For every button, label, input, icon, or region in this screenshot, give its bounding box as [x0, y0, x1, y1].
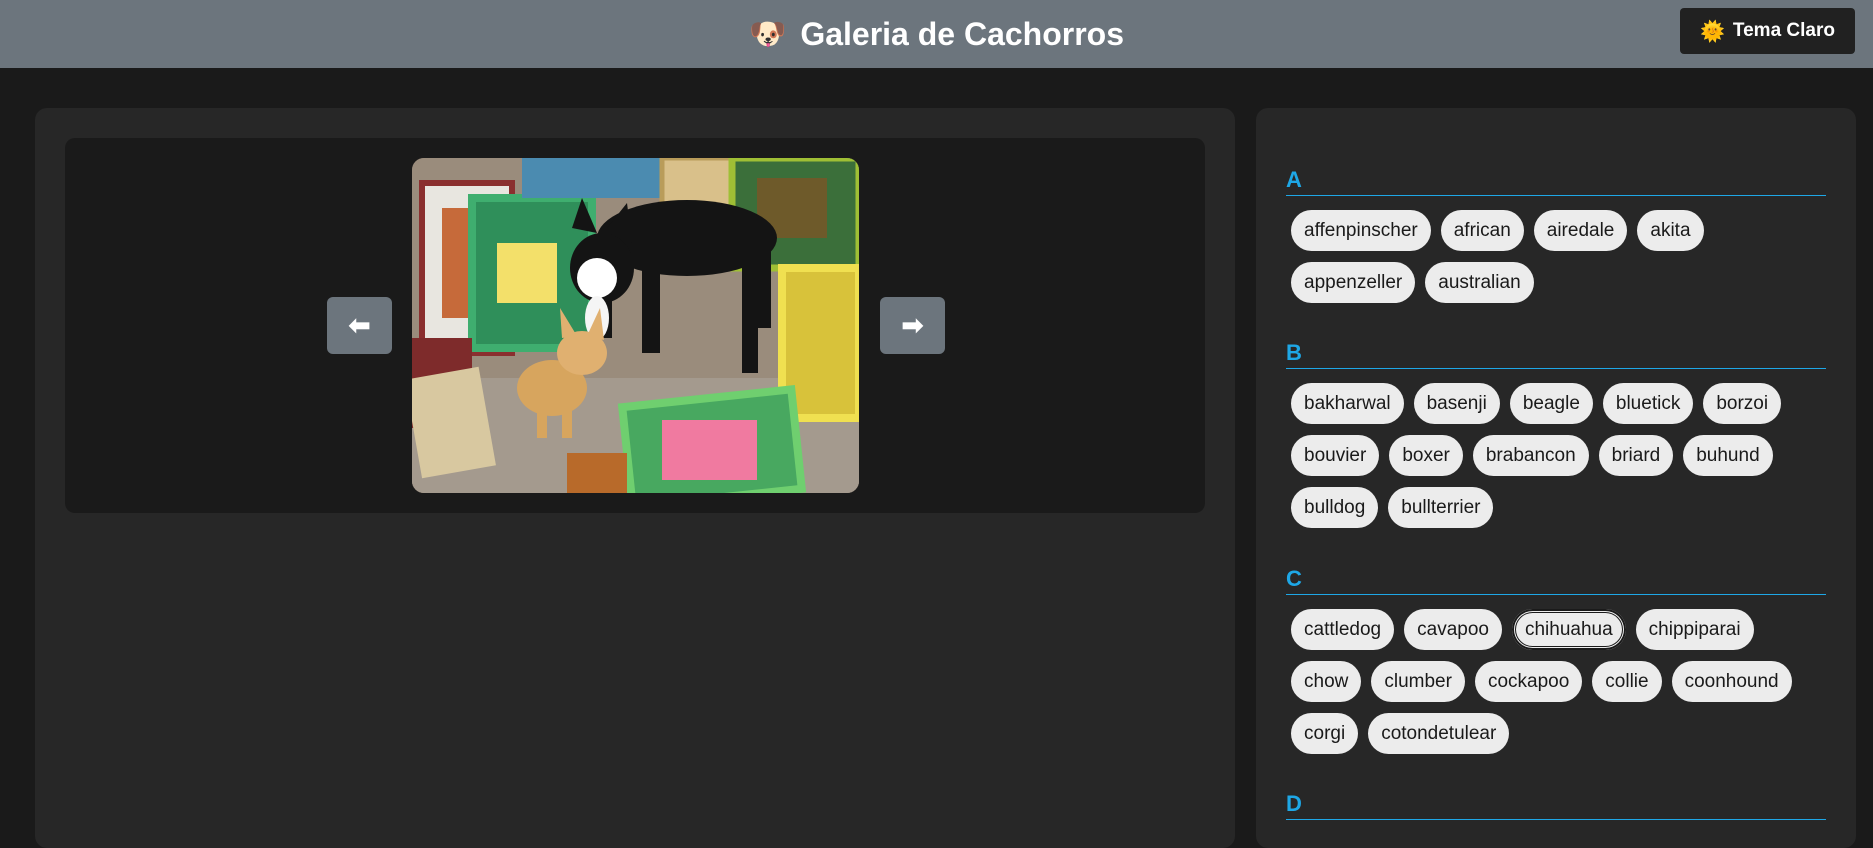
breed-chip-selected[interactable]: chihuahua: [1511, 609, 1626, 650]
letter-heading: A: [1286, 168, 1826, 196]
breed-chip-list: cattledog cavapoo chihuahua chippiparai …: [1286, 595, 1826, 754]
arrow-right-icon: ➡: [901, 310, 924, 340]
breed-chip[interactable]: affenpinscher: [1291, 210, 1431, 251]
breed-chip[interactable]: chippiparai: [1635, 609, 1754, 650]
breed-chip[interactable]: cotondetulear: [1368, 713, 1510, 754]
breed-chip[interactable]: bulldog: [1291, 487, 1379, 528]
letter-heading: D: [1286, 792, 1826, 820]
breed-chip[interactable]: airedale: [1533, 210, 1628, 251]
breed-chip[interactable]: brabancon: [1472, 435, 1589, 476]
letter-group-b: B bakharwal basenji beagle bluetick borz…: [1286, 341, 1826, 528]
dog-face-icon: 🐶: [748, 17, 787, 51]
next-image-button[interactable]: ➡: [880, 297, 945, 354]
theme-toggle-button[interactable]: 🌞 Tema Claro: [1680, 8, 1855, 54]
breed-chip[interactable]: corgi: [1291, 713, 1359, 754]
letter-heading: C: [1286, 567, 1826, 595]
letter-group-a: A affenpinscher african airedale akita a…: [1286, 168, 1826, 303]
breed-chip[interactable]: coonhound: [1671, 661, 1792, 702]
page-title: 🐶 Galeria de Cachorros: [0, 0, 1873, 68]
sun-icon: 🌞: [1700, 20, 1725, 43]
breed-chip[interactable]: cockapoo: [1474, 661, 1583, 702]
breed-chip[interactable]: akita: [1637, 210, 1704, 251]
breed-chip-list: bakharwal basenji beagle bluetick borzoi…: [1286, 369, 1826, 528]
breed-chip[interactable]: bluetick: [1602, 383, 1694, 424]
breed-chip[interactable]: african: [1440, 210, 1524, 251]
breed-chip[interactable]: collie: [1592, 661, 1662, 702]
breed-chip[interactable]: chow: [1291, 661, 1362, 702]
breed-chip[interactable]: clumber: [1371, 661, 1465, 702]
gallery-panel: ⬅ ➡: [35, 108, 1235, 848]
breed-chip[interactable]: bakharwal: [1291, 383, 1404, 424]
theme-toggle-label: Tema Claro: [1732, 20, 1835, 41]
letter-group-d: D: [1286, 792, 1826, 820]
breed-chip[interactable]: beagle: [1509, 383, 1593, 424]
breed-chip[interactable]: cattledog: [1291, 609, 1395, 650]
arrow-left-icon: ⬅: [348, 310, 371, 340]
page-title-text: Galeria de Cachorros: [800, 15, 1125, 52]
breed-chip[interactable]: australian: [1425, 262, 1534, 303]
breed-chip[interactable]: basenji: [1413, 383, 1500, 424]
breed-chip[interactable]: buhund: [1683, 435, 1773, 476]
breeds-panel: A affenpinscher african airedale akita a…: [1256, 108, 1856, 848]
breed-chip[interactable]: briard: [1598, 435, 1674, 476]
breed-chip[interactable]: appenzeller: [1291, 262, 1416, 303]
breed-chip-list: affenpinscher african airedale akita app…: [1286, 196, 1826, 303]
breed-chip[interactable]: boxer: [1389, 435, 1463, 476]
breed-chip[interactable]: bouvier: [1291, 435, 1380, 476]
letter-heading: B: [1286, 341, 1826, 369]
previous-image-button[interactable]: ⬅: [327, 297, 392, 354]
dog-photo-illustration: [412, 158, 859, 493]
letter-group-c: C cattledog cavapoo chihuahua chippipara…: [1286, 567, 1826, 754]
breed-chip[interactable]: borzoi: [1703, 383, 1782, 424]
breed-chip[interactable]: cavapoo: [1404, 609, 1502, 650]
dog-photo: [412, 158, 859, 493]
image-carousel: ⬅ ➡: [65, 138, 1205, 513]
top-bar: 🐶 Galeria de Cachorros 🌞 Tema Claro: [0, 0, 1873, 68]
breed-chip[interactable]: bullterrier: [1388, 487, 1494, 528]
